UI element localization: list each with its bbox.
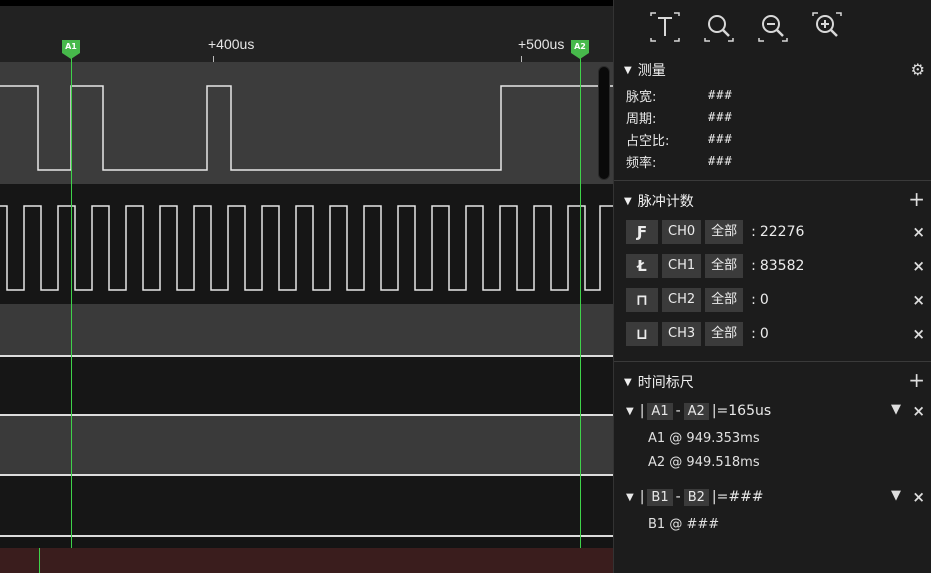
measure-row-pulse-width: 脉宽: ###	[614, 84, 931, 106]
count-separator: :	[751, 292, 756, 308]
cursor-a1-flag[interactable]: A1	[62, 40, 80, 59]
count-separator: :	[751, 326, 756, 342]
cursor-a1-pointer	[62, 53, 80, 59]
scope-select[interactable]: 全部	[705, 288, 744, 312]
cursor-a2-label: A2	[571, 40, 589, 53]
cursor-a1-line[interactable]	[71, 58, 72, 548]
pipe-separator: |	[639, 489, 645, 505]
pulse-counter-row: Ƒ CH0 全部 : 22276 ×	[614, 215, 931, 249]
pulse-counter-row: ⊓ CH2 全部 : 0 ×	[614, 283, 931, 317]
dash-separator: -	[675, 489, 681, 505]
positive-pulse-icon[interactable]: ⊓	[626, 288, 658, 312]
remove-counter-button[interactable]: ×	[912, 223, 925, 241]
measure-label: 占空比:	[626, 133, 670, 149]
channel-select[interactable]: CH3	[662, 322, 702, 346]
channel-1-trace	[0, 205, 613, 291]
negative-pulse-icon[interactable]: ⊔	[626, 322, 658, 346]
remove-ruler-button[interactable]: ×	[912, 402, 925, 420]
collapse-triangle-icon: ▼	[624, 376, 632, 388]
cursor-a1-label: A1	[62, 40, 80, 53]
time-ruler-section-header[interactable]: ▼ 时间标尺 +	[614, 368, 931, 396]
pipe-separator: |	[639, 403, 645, 419]
cursor-b1-chip[interactable]: B1	[647, 488, 673, 506]
waveform-traces	[0, 85, 613, 291]
pulse-count-title: 脉冲计数	[637, 194, 694, 210]
measure-label: 频率:	[626, 155, 657, 171]
text-cursor-icon[interactable]	[648, 10, 682, 44]
time-ruler-a[interactable]: ▼ | A1 - A2 | =165us ▼ ×	[614, 396, 931, 426]
cursor-b2-chip[interactable]: B2	[683, 488, 709, 506]
ruler-result: =###	[716, 489, 764, 505]
channel-0-trace	[0, 85, 613, 171]
ruler-detail: A2 @ 949.518ms	[648, 454, 760, 470]
measure-row-duty-cycle: 占空比: ###	[614, 128, 931, 150]
rising-edge-icon[interactable]: Ƒ	[626, 220, 658, 244]
vertical-scrollbar-thumb[interactable]	[598, 66, 610, 180]
gear-icon[interactable]: ⚙	[911, 60, 925, 79]
measure-title: 测量	[637, 63, 666, 79]
count-separator: :	[751, 224, 756, 240]
collapse-triangle-icon: ▼	[624, 195, 632, 207]
pulse-count-section-header[interactable]: ▼ 脉冲计数 +	[614, 187, 931, 215]
add-time-ruler-button[interactable]: +	[908, 368, 925, 392]
pin-icon[interactable]: ▼	[891, 402, 901, 417]
channel-select[interactable]: CH1	[662, 254, 702, 278]
measure-value: ###	[708, 154, 733, 168]
add-pulse-counter-button[interactable]: +	[908, 187, 925, 211]
pulse-counter-row: ⊔ CH3 全部 : 0 ×	[614, 317, 931, 351]
waveform-view[interactable]: +400us +500us A1 A2	[0, 0, 613, 573]
pulse-count-value: 0	[759, 292, 769, 308]
search-fit-icon[interactable]	[702, 10, 736, 44]
cursor-a2-pointer	[571, 53, 589, 59]
right-panel: ▼ 测量 ⚙ 脉宽: ### 周期: ### 占空比: ### 频率: ### …	[613, 0, 931, 573]
ruler-detail: B1 @ ###	[648, 516, 720, 532]
measure-label: 脉宽:	[626, 89, 657, 105]
time-ruler-b[interactable]: ▼ | B1 - B2 | =### ▼ ×	[614, 482, 931, 512]
measure-row-period: 周期: ###	[614, 106, 931, 128]
dash-separator: -	[675, 403, 681, 419]
zoom-in-icon[interactable]	[810, 10, 844, 44]
section-divider	[614, 361, 931, 362]
cursor-a2-chip[interactable]: A2	[683, 402, 709, 420]
measure-value: ###	[708, 110, 733, 124]
cursor-a2-flag[interactable]: A2	[571, 40, 589, 59]
measure-section-header[interactable]: ▼ 测量 ⚙	[614, 56, 931, 84]
ruler-detail: A1 @ 949.353ms	[648, 430, 760, 446]
remove-counter-button[interactable]: ×	[912, 325, 925, 343]
collapse-triangle-icon: ▼	[626, 491, 634, 503]
scope-select[interactable]: 全部	[705, 254, 744, 278]
falling-edge-icon[interactable]: Ł	[626, 254, 658, 278]
remove-counter-button[interactable]: ×	[912, 291, 925, 309]
scope-select[interactable]: 全部	[705, 322, 744, 346]
collapse-triangle-icon: ▼	[626, 405, 634, 417]
collapse-triangle-icon: ▼	[624, 64, 632, 76]
channel-select[interactable]: CH2	[662, 288, 702, 312]
ruler-result: =165us	[716, 403, 772, 419]
zoom-out-icon[interactable]	[756, 10, 790, 44]
measure-row-frequency: 频率: ###	[614, 150, 931, 172]
cursor-a1-chip[interactable]: A1	[647, 402, 673, 420]
pulse-count-value: 83582	[759, 258, 805, 274]
cursor-a2-line[interactable]	[580, 58, 581, 548]
scope-select[interactable]: 全部	[705, 220, 744, 244]
pulse-counter-row: Ł CH1 全部 : 83582 ×	[614, 249, 931, 283]
bottom-marker-line	[39, 548, 40, 573]
remove-ruler-button[interactable]: ×	[912, 488, 925, 506]
pin-icon[interactable]: ▼	[891, 488, 901, 503]
bottom-channel-strip	[0, 548, 613, 573]
count-separator: :	[751, 258, 756, 274]
remove-counter-button[interactable]: ×	[912, 257, 925, 275]
panel-toolbar	[614, 0, 931, 56]
section-divider	[614, 180, 931, 181]
measure-label: 周期:	[626, 111, 657, 127]
measure-value: ###	[708, 132, 733, 146]
channel-select[interactable]: CH0	[662, 220, 702, 244]
measure-value: ###	[708, 88, 733, 102]
time-ruler-title: 时间标尺	[637, 375, 694, 391]
pulse-count-value: 22276	[759, 224, 805, 240]
pulse-count-value: 0	[759, 326, 769, 342]
